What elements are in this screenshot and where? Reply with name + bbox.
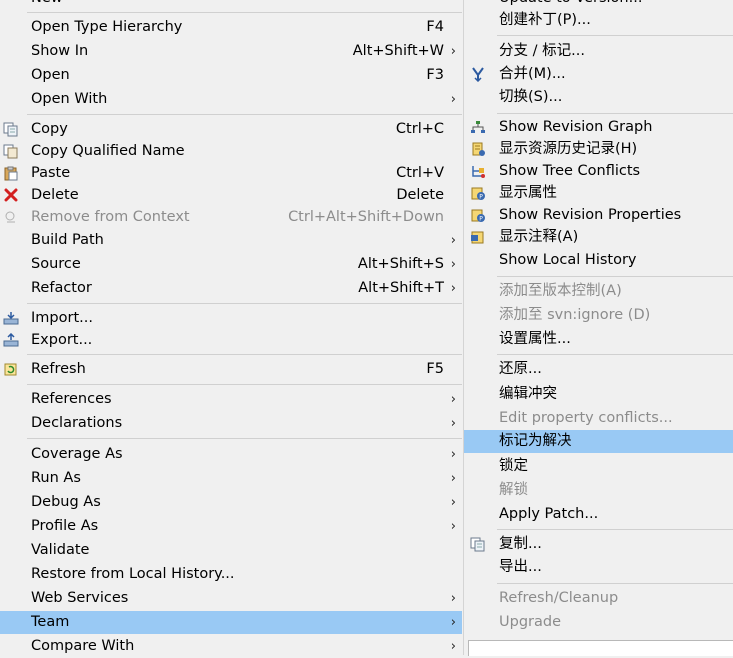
menu-item-mark-resolved[interactable]: 标记为解决 bbox=[464, 430, 733, 453]
submenu-arrow-icon: › bbox=[450, 447, 456, 462]
menu-item-switch[interactable]: 切换(S)... bbox=[464, 86, 733, 109]
menu-item-declarations[interactable]: Declarations › bbox=[0, 412, 462, 435]
import-icon bbox=[3, 312, 19, 325]
submenu-arrow-icon: › bbox=[450, 591, 456, 606]
submenu-arrow-icon: › bbox=[450, 416, 456, 431]
menu-item-show-annotation[interactable]: 显示注释(A) bbox=[464, 226, 733, 249]
menu-item-create-patch[interactable]: 创建补丁(P)... bbox=[464, 9, 733, 32]
menu-item-validate[interactable]: Validate bbox=[0, 539, 462, 562]
menu-item-paste[interactable]: Paste Ctrl+V bbox=[0, 162, 462, 185]
menu-separator bbox=[497, 113, 733, 114]
history-icon bbox=[472, 142, 485, 156]
menu-separator bbox=[27, 12, 462, 13]
menu-separator bbox=[27, 384, 462, 385]
menu-item-delete[interactable]: Delete Delete bbox=[0, 184, 462, 207]
menu-item-open[interactable]: Open F3 bbox=[0, 64, 462, 87]
menu-item-web-services[interactable]: Web Services › bbox=[0, 587, 462, 610]
menu-separator bbox=[497, 529, 733, 530]
remove-context-icon bbox=[5, 211, 15, 223]
menu-separator bbox=[497, 276, 733, 277]
menu-item-team[interactable]: Team › bbox=[0, 611, 462, 634]
menu-item-import[interactable]: Import... bbox=[0, 307, 462, 330]
menu-separator bbox=[27, 114, 462, 115]
revision-properties-icon: P bbox=[471, 209, 485, 223]
underlying-window-edge bbox=[468, 640, 733, 656]
menu-item-source[interactable]: Source Alt+Shift+S › bbox=[0, 253, 462, 276]
submenu-arrow-icon: › bbox=[450, 233, 456, 248]
menu-item-open-with[interactable]: Open With › bbox=[0, 88, 462, 111]
tree-conflicts-icon bbox=[472, 166, 485, 178]
submenu-arrow-icon: › bbox=[450, 257, 456, 272]
export-icon bbox=[3, 333, 19, 347]
menu-item-merge[interactable]: 合并(M)... bbox=[464, 63, 733, 86]
menu-item-debug-as[interactable]: Debug As › bbox=[0, 491, 462, 514]
menu-item-lock[interactable]: 锁定 bbox=[464, 455, 733, 478]
team-submenu: Update to Version... 创建补丁(P)... 分支 / 标记.… bbox=[463, 0, 733, 655]
menu-item-set-property[interactable]: 设置属性... bbox=[464, 328, 733, 351]
menu-item-new[interactable]: New bbox=[0, 0, 462, 10]
menu-item-show-tree-conflicts[interactable]: Show Tree Conflicts bbox=[464, 160, 733, 183]
menu-separator bbox=[27, 354, 462, 355]
menu-item-add-to-version-control[interactable]: 添加至版本控制(A) bbox=[464, 280, 733, 303]
menu-item-profile-as[interactable]: Profile As › bbox=[0, 515, 462, 538]
menu-item-revert[interactable]: 还原... bbox=[464, 358, 733, 381]
menu-item-show-history[interactable]: 显示资源历史记录(H) bbox=[464, 138, 733, 161]
paste-icon bbox=[4, 166, 18, 181]
menu-item-refactor[interactable]: Refactor Alt+Shift+T › bbox=[0, 277, 462, 300]
merge-icon bbox=[472, 67, 484, 82]
submenu-arrow-icon: › bbox=[450, 392, 456, 407]
menu-item-unlock[interactable]: 解锁 bbox=[464, 479, 733, 502]
submenu-arrow-icon: › bbox=[450, 519, 456, 534]
svg-text:P: P bbox=[479, 216, 483, 223]
submenu-arrow-icon: › bbox=[450, 495, 456, 510]
menu-item-upgrade[interactable]: Upgrade bbox=[464, 611, 733, 634]
menu-item-copy[interactable]: Copy Ctrl+C bbox=[0, 118, 462, 141]
refresh-icon bbox=[4, 363, 17, 376]
submenu-arrow-icon: › bbox=[450, 615, 456, 630]
menu-item-references[interactable]: References › bbox=[0, 388, 462, 411]
menu-item-export[interactable]: Export... bbox=[0, 329, 462, 352]
menu-item-show-revision-properties[interactable]: P Show Revision Properties bbox=[464, 204, 733, 227]
menu-separator bbox=[497, 354, 733, 355]
menu-item-refresh[interactable]: Refresh F5 bbox=[0, 358, 462, 381]
submenu-arrow-icon: › bbox=[450, 44, 456, 59]
menu-item-show-local-history[interactable]: Show Local History bbox=[464, 249, 733, 272]
menu-item-edit-conflicts[interactable]: 编辑冲突 bbox=[464, 383, 733, 406]
menu-item-open-type-hierarchy[interactable]: Open Type Hierarchy F4 bbox=[0, 16, 462, 39]
menu-item-show-in[interactable]: Show In Alt+Shift+W › bbox=[0, 40, 462, 63]
menu-item-copy-svn[interactable]: 复制... bbox=[464, 533, 733, 556]
menu-item-coverage-as[interactable]: Coverage As › bbox=[0, 443, 462, 466]
copy-icon bbox=[470, 537, 485, 552]
menu-item-add-to-svn-ignore[interactable]: 添加至 svn:ignore (D) bbox=[464, 304, 733, 327]
menu-separator bbox=[27, 438, 462, 439]
copy-qualified-name-icon bbox=[3, 144, 18, 159]
menu-item-run-as[interactable]: Run As › bbox=[0, 467, 462, 490]
context-menu: New Open Type Hierarchy F4 Show In Alt+S… bbox=[0, 0, 462, 655]
menu-item-branch-tag[interactable]: 分支 / 标记... bbox=[464, 40, 733, 63]
submenu-arrow-icon: › bbox=[450, 471, 456, 486]
svg-text:P: P bbox=[479, 194, 483, 201]
menu-item-show-properties[interactable]: P 显示属性 bbox=[464, 182, 733, 205]
copy-icon bbox=[3, 122, 18, 137]
menu-item-apply-patch[interactable]: Apply Patch... bbox=[464, 503, 733, 526]
menu-item-export-svn[interactable]: 导出... bbox=[464, 556, 733, 579]
menu-item-remove-from-context[interactable]: Remove from Context Ctrl+Alt+Shift+Down bbox=[0, 206, 462, 229]
submenu-arrow-icon: › bbox=[450, 281, 456, 296]
menu-item-restore-local-history[interactable]: Restore from Local History... bbox=[0, 563, 462, 586]
menu-separator bbox=[27, 303, 462, 304]
menu-item-edit-property-conflicts[interactable]: Edit property conflicts... bbox=[464, 407, 733, 430]
menu-item-refresh-cleanup[interactable]: Refresh/Cleanup bbox=[464, 587, 733, 610]
annotation-icon bbox=[471, 231, 484, 244]
properties-icon: P bbox=[471, 187, 485, 201]
menu-item-copy-qualified-name[interactable]: Copy Qualified Name bbox=[0, 140, 462, 163]
submenu-arrow-icon: › bbox=[450, 92, 456, 107]
menu-separator bbox=[497, 583, 733, 584]
delete-icon bbox=[4, 188, 18, 202]
menu-item-build-path[interactable]: Build Path › bbox=[0, 229, 462, 252]
menu-separator bbox=[497, 35, 733, 36]
menu-item-show-revision-graph[interactable]: Show Revision Graph bbox=[464, 116, 733, 139]
revision-graph-icon bbox=[471, 121, 485, 133]
